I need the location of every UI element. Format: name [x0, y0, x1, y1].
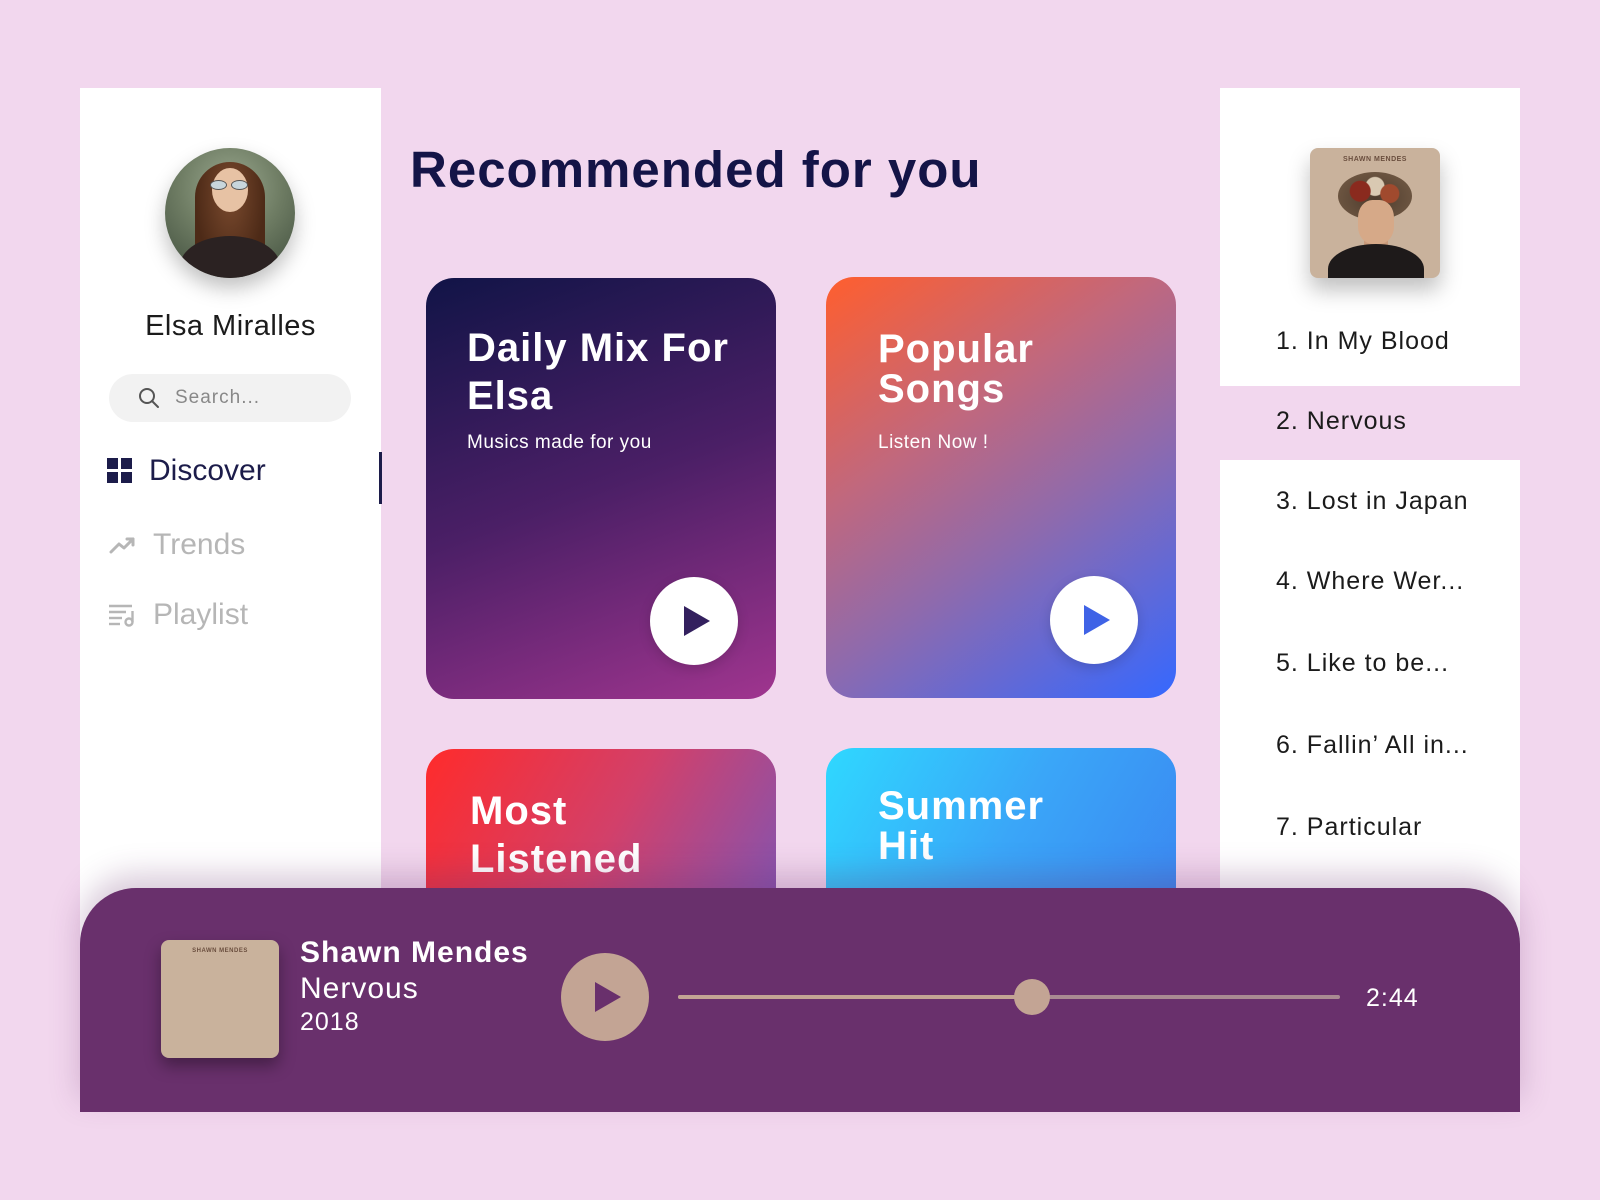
- player-year: 2018: [300, 1008, 360, 1036]
- search-box[interactable]: [109, 374, 351, 422]
- nav-label-discover: Discover: [149, 454, 266, 487]
- track-item[interactable]: 1. In My Blood: [1276, 327, 1450, 356]
- card-subtitle: Musics made for you: [467, 432, 652, 453]
- card-title: Daily Mix For Elsa: [467, 326, 729, 418]
- play-icon: [684, 606, 710, 636]
- play-button[interactable]: [1050, 576, 1138, 664]
- progress-fill: [678, 995, 1033, 999]
- card-daily-mix[interactable]: Daily Mix For Elsa Musics made for you: [426, 278, 776, 699]
- card-title: Popular Songs: [878, 327, 1034, 411]
- card-subtitle: Listen Now !: [878, 432, 989, 453]
- player-artist: Shawn Mendes: [300, 936, 529, 969]
- grid-icon: [107, 458, 132, 483]
- album-cover-label: SHAWN MENDES: [1343, 156, 1407, 163]
- album-cover[interactable]: SHAWN MENDES: [1310, 148, 1440, 278]
- player-album-cover[interactable]: SHAWN MENDES: [161, 940, 279, 1058]
- nav-item-discover[interactable]: Discover: [107, 454, 266, 488]
- track-item[interactable]: 6. Fallin’ All in...: [1276, 731, 1469, 760]
- page-title: Recommended for you: [410, 141, 982, 198]
- player-song: Nervous: [300, 972, 419, 1005]
- search-icon: [139, 388, 159, 408]
- track-item[interactable]: 7. Particular: [1276, 813, 1422, 842]
- track-item[interactable]: 3. Lost in Japan: [1276, 487, 1469, 516]
- user-name: Elsa Miralles: [145, 310, 316, 342]
- play-icon: [1084, 605, 1110, 635]
- track-item[interactable]: 4. Where Wer...: [1276, 567, 1464, 596]
- progress-track[interactable]: [678, 979, 1340, 1015]
- track-item[interactable]: 5. Like to be...: [1276, 649, 1449, 678]
- card-popular-songs[interactable]: Popular Songs Listen Now !: [826, 277, 1176, 698]
- progress-knob[interactable]: [1014, 979, 1051, 1015]
- avatar[interactable]: [165, 148, 295, 278]
- nav-item-trends[interactable]: Trends: [107, 528, 245, 562]
- card-title: Summer Hit: [878, 784, 1045, 868]
- player-time: 2:44: [1366, 984, 1419, 1012]
- search-input[interactable]: [175, 387, 335, 409]
- play-button[interactable]: [650, 577, 738, 665]
- nav-item-playlist[interactable]: Playlist: [107, 598, 248, 632]
- nav-label-playlist: Playlist: [153, 598, 249, 631]
- player-play-button[interactable]: [561, 953, 649, 1041]
- playlist-icon: [109, 604, 134, 627]
- track-item-selected[interactable]: 2. Nervous: [1276, 407, 1407, 436]
- play-icon: [595, 982, 621, 1012]
- nav-label-trends: Trends: [153, 528, 246, 561]
- player-album-label: SHAWN MENDES: [192, 948, 248, 954]
- trend-up-icon: [109, 537, 135, 554]
- player-bar: SHAWN MENDES Shawn Mendes Nervous 2018 2…: [80, 888, 1520, 1112]
- card-title: Most Listened: [470, 789, 643, 881]
- active-indicator: [379, 452, 382, 504]
